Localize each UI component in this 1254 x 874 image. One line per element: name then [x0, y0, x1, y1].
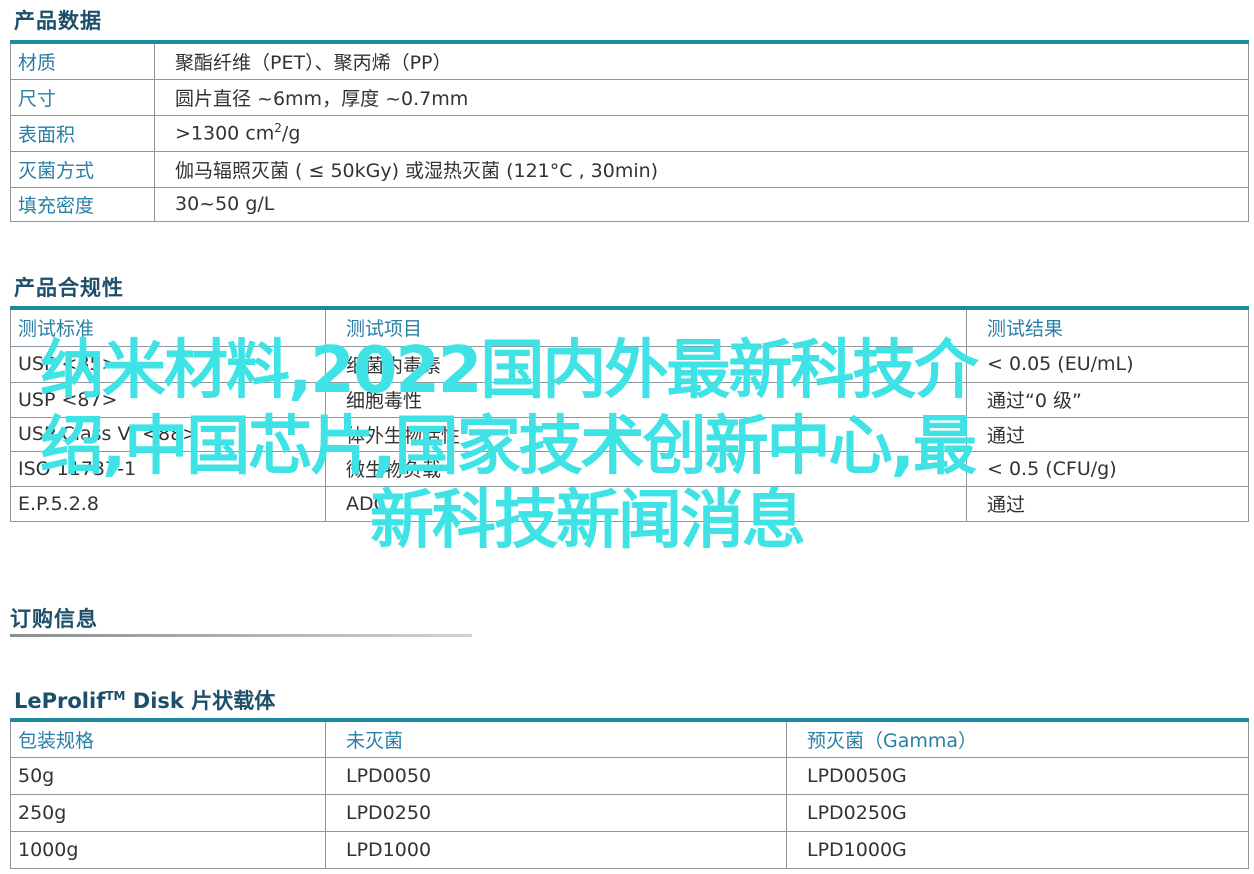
section-divider: [10, 634, 472, 637]
table-row: USP <87> 细胞毒性 通过“0 级”: [10, 381, 1249, 418]
disk-title: LeProlifTM Disk 片状载体: [14, 685, 275, 715]
spec-value: 圆片直径 ~6mm，厚度 ~0.7mm: [154, 78, 1249, 116]
table-cell: ISO 11737-1: [10, 450, 326, 487]
table-cell: 细胞毒性: [325, 381, 967, 418]
table-cell: 通过“0 级”: [966, 381, 1249, 418]
column-header: 未灭菌: [325, 719, 787, 758]
table-row: 灭菌方式 伽马辐照灭菌 ( ≤ 50kGy) 或湿热灭菌 (121°C , 30…: [10, 150, 1249, 188]
table-cell: 体外生物活性: [325, 416, 967, 452]
product-data-title: 产品数据: [14, 9, 102, 33]
spec-key: 填充密度: [10, 186, 155, 222]
trademark-mark: TM: [105, 689, 126, 703]
table-row: 50g LPD0050 LPD0050G: [10, 756, 1249, 795]
ordering-title: 订购信息: [10, 607, 98, 631]
table-cell: 通过: [966, 485, 1249, 522]
table-cell: 250g: [10, 793, 326, 832]
table-row: 1000g LPD1000 LPD1000G: [10, 830, 1249, 869]
column-header: 测试结果: [966, 307, 1249, 347]
table-cell: 细菌内毒素: [325, 345, 967, 383]
table-cell: < 0.05 (EU/mL): [966, 345, 1249, 383]
spec-key: 表面积: [10, 114, 155, 152]
table-cell: USP <87>: [10, 381, 326, 418]
spec-value: 30~50 g/L: [154, 186, 1249, 222]
spec-key: 尺寸: [10, 78, 155, 116]
table-cell: LPD0050: [325, 756, 787, 795]
column-header: 测试项目: [325, 307, 967, 347]
table-cell: ADC: [325, 485, 967, 522]
disk-title-brand: LeProlif: [14, 689, 106, 713]
column-header: 预灭菌（Gamma）: [786, 719, 1249, 758]
surface-area-unit: /g: [281, 122, 301, 145]
table-header-row: 包装规格 未灭菌 预灭菌（Gamma）: [10, 719, 1249, 758]
table-header-row: 测试标准 测试项目 测试结果: [10, 307, 1249, 347]
table-cell: 1000g: [10, 830, 326, 869]
table-cell: < 0.5 (CFU/g): [966, 450, 1249, 487]
product-data-table: 材质 聚酯纤维（PET）、聚丙烯（PP） 尺寸 圆片直径 ~6mm，厚度 ~0.…: [10, 40, 1249, 222]
table-row: 250g LPD0250 LPD0250G: [10, 793, 1249, 832]
disk-title-suffix: Disk 片状载体: [125, 689, 276, 713]
table-row: USP <85> 细菌内毒素 < 0.05 (EU/mL): [10, 345, 1249, 383]
table-cell: USP <85>: [10, 345, 326, 383]
surface-area-exponent: 2: [274, 121, 282, 136]
column-header: 测试标准: [10, 307, 326, 347]
spec-value-surface-area: >1300 cm2/g: [154, 114, 1249, 152]
table-cell: 50g: [10, 756, 326, 795]
table-row: 尺寸 圆片直径 ~6mm，厚度 ~0.7mm: [10, 78, 1249, 116]
table-cell: 微生物负载: [325, 450, 967, 487]
table-row: USP Class VI <88> 体外生物活性 通过: [10, 416, 1249, 452]
table-row: ISO 11737-1 微生物负载 < 0.5 (CFU/g): [10, 450, 1249, 487]
spec-value: 聚酯纤维（PET）、聚丙烯（PP）: [154, 41, 1249, 80]
table-cell: LPD1000: [325, 830, 787, 869]
table-row: 材质 聚酯纤维（PET）、聚丙烯（PP）: [10, 41, 1249, 80]
column-header: 包装规格: [10, 719, 326, 758]
table-cell: 通过: [966, 416, 1249, 452]
table-cell: LPD1000G: [786, 830, 1249, 869]
table-row: E.P.5.2.8 ADC 通过: [10, 485, 1249, 522]
compliance-table: 测试标准 测试项目 测试结果 USP <85> 细菌内毒素 < 0.05 (EU…: [10, 306, 1249, 522]
table-cell: LPD0050G: [786, 756, 1249, 795]
disk-ordering-table: 包装规格 未灭菌 预灭菌（Gamma） 50g LPD0050 LPD0050G…: [10, 718, 1249, 869]
surface-area-number: >1300 cm: [175, 122, 275, 145]
table-row: 表面积 >1300 cm2/g: [10, 114, 1249, 152]
spec-key: 灭菌方式: [10, 150, 155, 188]
table-cell: E.P.5.2.8: [10, 485, 326, 522]
table-cell: USP Class VI <88>: [10, 416, 326, 452]
spec-key: 材质: [10, 41, 155, 80]
table-cell: LPD0250: [325, 793, 787, 832]
table-cell: LPD0250G: [786, 793, 1249, 832]
spec-value: 伽马辐照灭菌 ( ≤ 50kGy) 或湿热灭菌 (121°C , 30min): [154, 150, 1249, 188]
table-row: 填充密度 30~50 g/L: [10, 186, 1249, 222]
compliance-title: 产品合规性: [14, 276, 124, 300]
